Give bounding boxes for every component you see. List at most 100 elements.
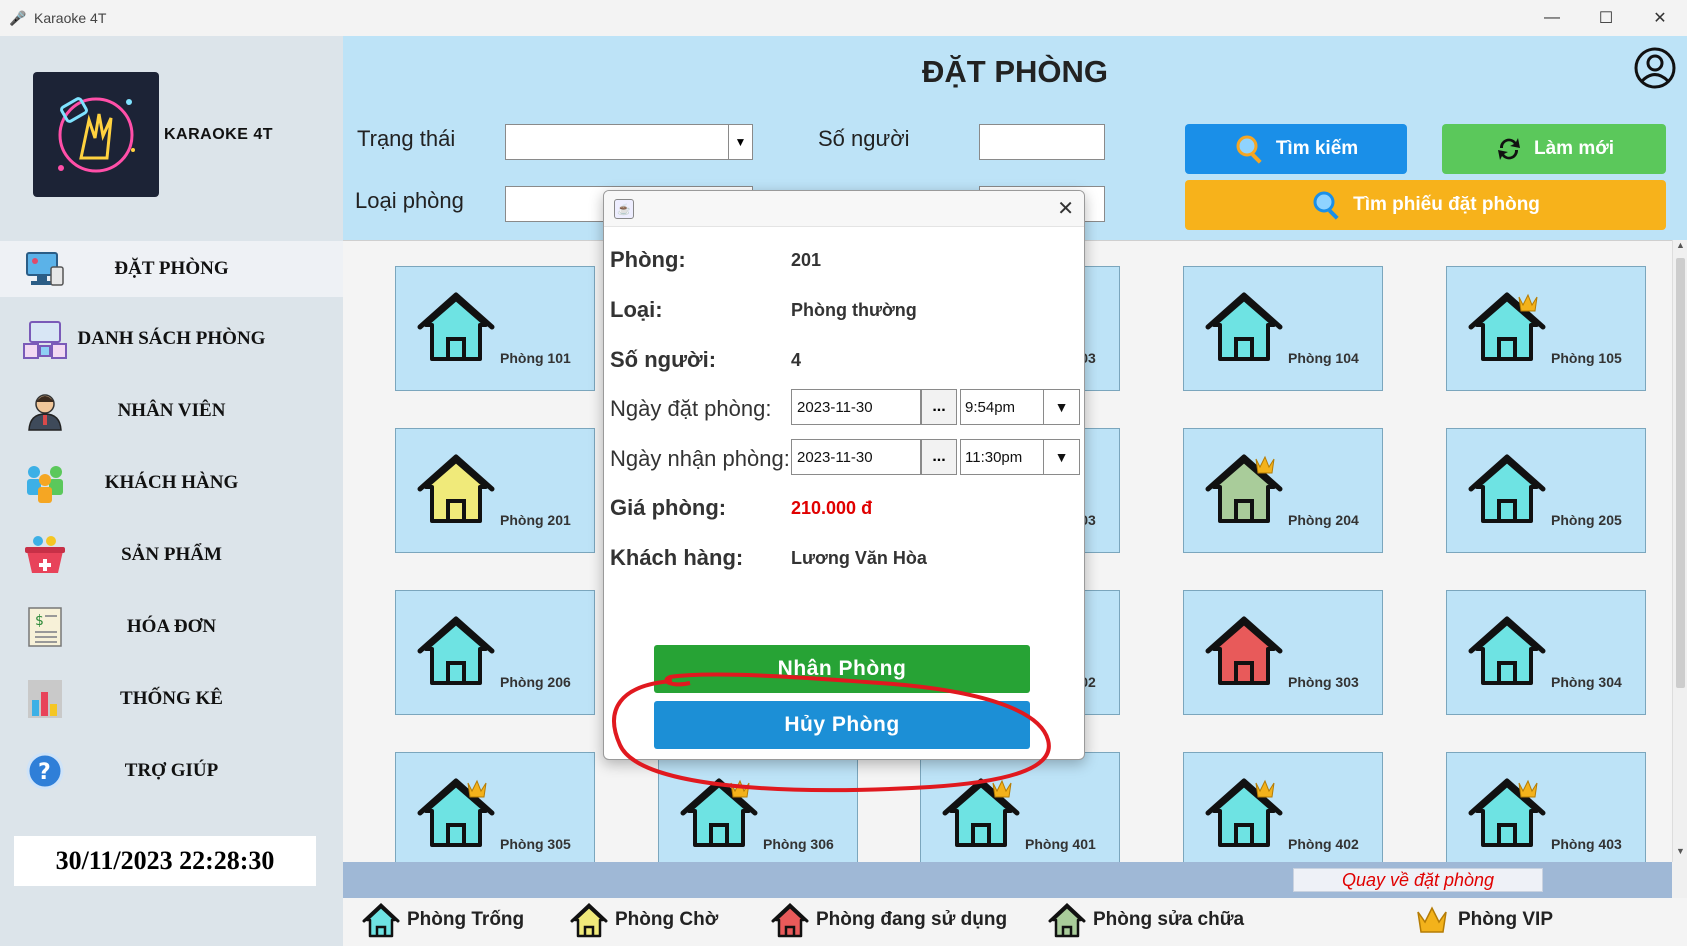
- legend-label: Phòng Chờ: [615, 909, 719, 930]
- search-icon: [1236, 135, 1262, 164]
- house-icon: [771, 902, 809, 938]
- house-icon: [1468, 454, 1546, 523]
- find-booking-button-label: Tìm phiếu đặt phòng: [1353, 194, 1540, 215]
- house-icon: [417, 778, 495, 847]
- back-to-booking-link[interactable]: Quay về đặt phòng: [1293, 868, 1543, 892]
- legend-label: Phòng VIP: [1458, 909, 1553, 930]
- refresh-button-label: Làm mới: [1533, 138, 1615, 159]
- cancel-room-button[interactable]: Hủy Phòng: [654, 701, 1030, 749]
- sidebar-item-label: SẢN PHẨM: [121, 544, 222, 565]
- house-icon: [1468, 778, 1546, 847]
- room-card[interactable]: Phòng 402: [1183, 752, 1383, 862]
- room-card[interactable]: Phòng 105: [1446, 266, 1646, 391]
- checkin-time-select[interactable]: 11:30pm ▼: [960, 439, 1080, 475]
- room-card[interactable]: Phòng 304: [1446, 590, 1646, 715]
- sidebar-item-dat-phong[interactable]: ĐẶT PHÒNG: [0, 241, 343, 297]
- status-select[interactable]: ▼: [505, 124, 753, 160]
- chevron-down-icon[interactable]: ▼: [1043, 390, 1079, 424]
- house-icon: [1205, 454, 1283, 523]
- house-icon: [1048, 902, 1086, 938]
- room-card[interactable]: Phòng 303: [1183, 590, 1383, 715]
- room-card[interactable]: Phòng 305: [395, 752, 595, 862]
- room-value: 201: [791, 250, 822, 270]
- logo-text: KARAOKE 4T: [164, 126, 274, 143]
- user-account-icon[interactable]: [1633, 46, 1677, 90]
- vip-crown-icon: [1255, 455, 1275, 474]
- page-header: ĐẶT PHÒNG: [343, 36, 1687, 108]
- datetime-clock: 30/11/2023 22:28:30: [14, 836, 316, 886]
- house-icon: [1468, 616, 1546, 685]
- vip-crown-icon: [992, 779, 1012, 798]
- search-button[interactable]: Tìm kiếm: [1185, 124, 1407, 174]
- people-label: Số người: [818, 126, 910, 151]
- room-type-label: Loại phòng: [355, 188, 464, 213]
- refresh-button[interactable]: Làm mới: [1442, 124, 1666, 174]
- room-card[interactable]: Phòng 205: [1446, 428, 1646, 553]
- room-card[interactable]: Phòng 306: [658, 752, 858, 862]
- scroll-down-icon[interactable]: ▼: [1673, 846, 1687, 862]
- find-booking-button[interactable]: Tìm phiếu đặt phòng: [1185, 180, 1666, 230]
- room-card[interactable]: Phòng 403: [1446, 752, 1646, 862]
- booking-time-select[interactable]: 9:54pm ▼: [960, 389, 1080, 425]
- checkin-room-button[interactable]: Nhận Phòng: [654, 645, 1030, 693]
- window-title: Karaoke 4T: [34, 10, 107, 26]
- house-icon: [1205, 292, 1283, 361]
- sidebar-item-khach-hang[interactable]: KHÁCH HÀNG: [0, 455, 343, 511]
- house-icon: [417, 292, 495, 361]
- legend-item: Phòng Chờ: [569, 900, 718, 940]
- room-card[interactable]: Phòng 206: [395, 590, 595, 715]
- dialog-close-icon[interactable]: ✕: [1057, 196, 1074, 221]
- room-label: Phòng 105: [1551, 350, 1622, 366]
- house-icon: [1205, 778, 1283, 847]
- sidebar-item-label: THỐNG KÊ: [120, 688, 223, 709]
- room-card[interactable]: Phòng 104: [1183, 266, 1383, 391]
- booking-date-input[interactable]: 2023-11-30: [791, 389, 921, 425]
- sidebar: KARAOKE 4T ĐẶT PHÒNG DANH SÁCH PHÒNG NHÂ…: [0, 36, 343, 946]
- sidebar-item-danh-sach-phong[interactable]: DANH SÁCH PHÒNG: [0, 311, 343, 367]
- sidebar-item-nhan-vien[interactable]: NHÂN VIÊN: [0, 383, 343, 439]
- karaoke-app-icon: 🎤: [9, 9, 27, 26]
- minimize-button[interactable]: —: [1525, 0, 1579, 36]
- room-grid-scrollbar[interactable]: ▲ ▼: [1672, 240, 1687, 862]
- chevron-down-icon[interactable]: ▼: [1043, 440, 1079, 474]
- house-icon: [680, 778, 758, 847]
- karaoke-logo: [33, 72, 159, 197]
- room-label: Phòng 206: [500, 674, 571, 690]
- room-card[interactable]: Phòng 201: [395, 428, 595, 553]
- people-input[interactable]: [979, 124, 1105, 160]
- room-card[interactable]: Phòng 204: [1183, 428, 1383, 553]
- scroll-up-icon[interactable]: ▲: [1673, 240, 1687, 256]
- sidebar-item-label: ĐẶT PHÒNG: [114, 258, 229, 279]
- search-icon: [1313, 191, 1339, 220]
- chevron-down-icon[interactable]: ▼: [728, 125, 752, 159]
- room-label: Phòng 204: [1288, 512, 1359, 528]
- crown-icon: [1417, 906, 1447, 933]
- checkin-date-input[interactable]: 2023-11-30: [791, 439, 921, 475]
- room-label: Phòng:: [610, 247, 686, 272]
- house-icon: [942, 778, 1020, 847]
- room-label: Phòng 303: [1288, 674, 1359, 690]
- vip-crown-icon: [730, 779, 750, 798]
- room-detail-dialog: ☕ ✕ Phòng: 201 Loại: Phòng thường Số ngư…: [603, 190, 1085, 760]
- sidebar-item-label: TRỢ GIÚP: [124, 760, 219, 781]
- house-icon: [417, 454, 495, 523]
- room-card[interactable]: Phòng 101: [395, 266, 595, 391]
- checkin-date-picker-button[interactable]: ...: [921, 439, 957, 475]
- checkin-time-value: 11:30pm: [965, 448, 1023, 466]
- maximize-button[interactable]: ☐: [1579, 0, 1633, 36]
- room-card[interactable]: Phòng 401: [920, 752, 1120, 862]
- sidebar-item-san-pham[interactable]: SẢN PHẨM: [0, 527, 343, 583]
- vip-crown-icon: [1518, 293, 1538, 312]
- refresh-icon: [1497, 138, 1520, 160]
- java-app-icon: ☕: [614, 199, 634, 219]
- close-window-button[interactable]: ✕: [1633, 0, 1687, 36]
- room-label: Phòng 304: [1551, 674, 1622, 690]
- sidebar-item-tro-giup[interactable]: ? TRỢ GIÚP: [0, 743, 343, 799]
- room-label: Phòng 201: [500, 512, 571, 528]
- type-label: Loại:: [610, 297, 663, 322]
- scrollbar-thumb[interactable]: [1676, 258, 1685, 688]
- sidebar-item-thong-ke[interactable]: THỐNG KÊ: [0, 671, 343, 727]
- sidebar-item-hoa-don[interactable]: $ HÓA ĐƠN: [0, 599, 343, 655]
- booking-date-picker-button[interactable]: ...: [921, 389, 957, 425]
- legend-item: Phòng sửa chữa: [1047, 900, 1244, 940]
